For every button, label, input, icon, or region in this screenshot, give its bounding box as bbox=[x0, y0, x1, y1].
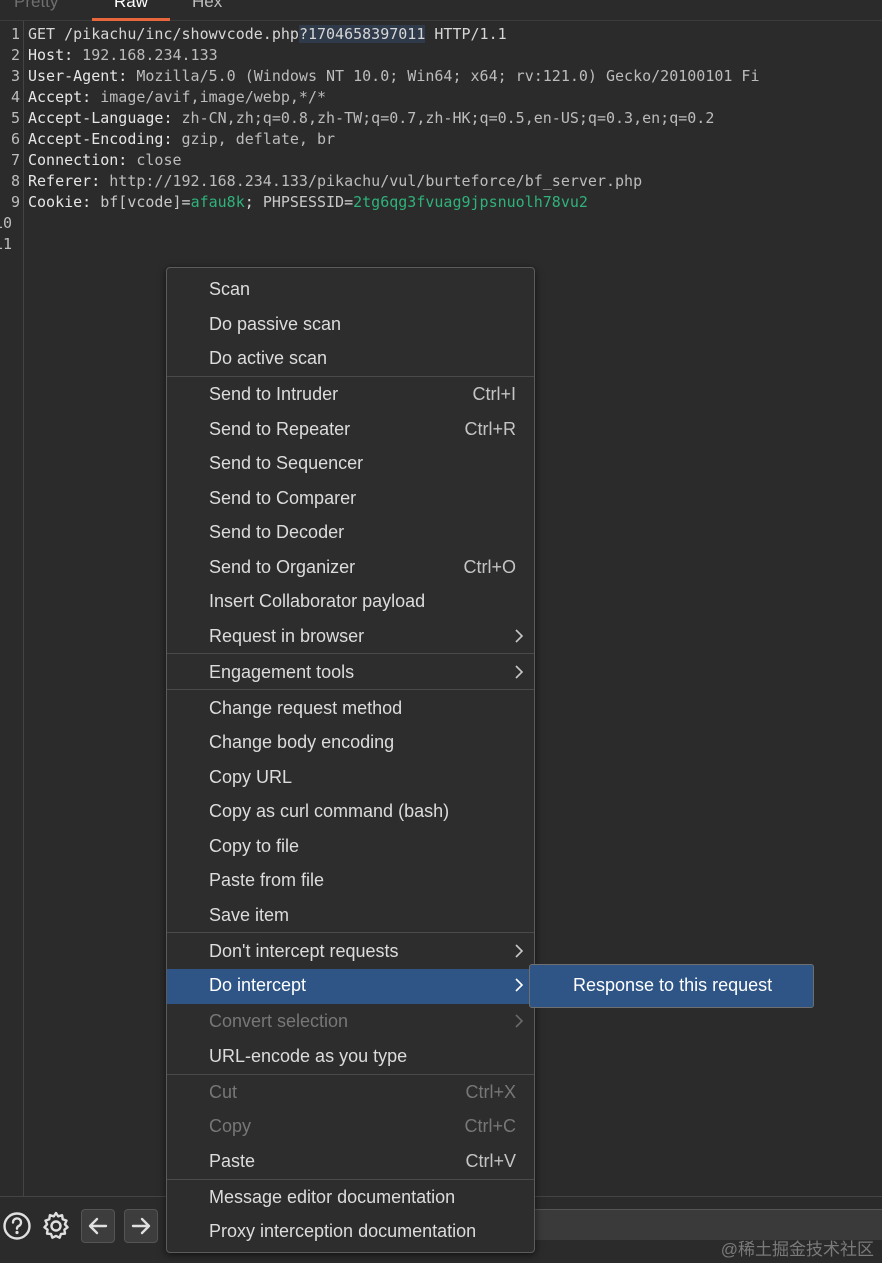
line-number: 2 bbox=[10, 46, 20, 64]
menu-item-send-to-repeater[interactable]: Send to Repeater Ctrl+R bbox=[167, 413, 534, 447]
query-string: ?1704658397011 bbox=[298, 25, 426, 43]
header-accept-language: Accept-Language: zh-CN,zh;q=0.8,zh-TW;q=… bbox=[28, 109, 715, 127]
header-user-agent: User-Agent: Mozilla/5.0 (Windows NT 10.0… bbox=[28, 67, 760, 85]
menu-divider bbox=[167, 689, 534, 690]
header-accept-encoding: Accept-Encoding: gzip, deflate, br bbox=[28, 130, 336, 148]
menu-item-copy-to-file[interactable]: Copy to file bbox=[167, 830, 534, 864]
menu-item-engagement-tools[interactable]: Engagement tools bbox=[167, 656, 534, 690]
header-cookie: Cookie: bf[vcode]=afau8k; PHPSESSID=2tg6… bbox=[28, 193, 588, 211]
request-line: GET /pikachu/inc/showvcode.php?170465839… bbox=[28, 24, 507, 45]
chevron-right-icon bbox=[514, 626, 524, 646]
menu-item-request-in-browser[interactable]: Request in browser bbox=[167, 620, 534, 654]
menu-item-paste-from-file[interactable]: Paste from file bbox=[167, 864, 534, 898]
menu-item-cut[interactable]: Cut Ctrl+X bbox=[167, 1076, 534, 1110]
menu-divider bbox=[167, 653, 534, 654]
menu-item-proxy-interception-documentation[interactable]: Proxy interception documentation bbox=[167, 1215, 534, 1249]
header-connection: Connection: close bbox=[28, 151, 182, 169]
line-number: 6 bbox=[10, 130, 20, 148]
menu-item-send-to-organizer[interactable]: Send to Organizer Ctrl+O bbox=[167, 551, 534, 585]
header-accept: Accept: image/avif,image/webp,*/* bbox=[28, 88, 327, 106]
line-number: 5 bbox=[10, 109, 20, 127]
line-number: 7 bbox=[10, 151, 20, 169]
menu-divider bbox=[167, 932, 534, 933]
settings-icon[interactable] bbox=[39, 1209, 73, 1243]
line-number: 11 bbox=[0, 235, 12, 253]
menu-divider bbox=[167, 1179, 534, 1180]
line-number-gutter: 1 2 3 4 5 6 7 8 9 10 11 bbox=[0, 21, 24, 1196]
http-version: HTTP/1.1 bbox=[425, 25, 507, 43]
menu-item-scan[interactable]: Scan bbox=[167, 273, 534, 307]
menu-item-convert-selection[interactable]: Convert selection bbox=[167, 1005, 534, 1039]
header-host: Host: 192.168.234.133 bbox=[28, 46, 218, 64]
menu-item-change-body-encoding[interactable]: Change body encoding bbox=[167, 726, 534, 760]
back-arrow-icon[interactable] bbox=[81, 1209, 115, 1243]
menu-item-copy[interactable]: Copy Ctrl+C bbox=[167, 1110, 534, 1144]
line-number: 8 bbox=[10, 172, 20, 190]
menu-item-send-to-sequencer[interactable]: Send to Sequencer bbox=[167, 447, 534, 481]
line-number: 3 bbox=[10, 67, 20, 85]
menu-divider bbox=[167, 376, 534, 377]
menu-divider bbox=[167, 1074, 534, 1075]
menu-item-response-to-this-request[interactable]: Response to this request bbox=[530, 965, 813, 1007]
context-menu: Scan Do passive scan Do active scan Send… bbox=[166, 267, 535, 1253]
do-intercept-submenu: Response to this request bbox=[529, 964, 814, 1008]
menu-item-send-to-decoder[interactable]: Send to Decoder bbox=[167, 516, 534, 550]
chevron-right-icon bbox=[514, 1011, 524, 1031]
line-number: 1 bbox=[10, 25, 20, 43]
chevron-right-icon bbox=[514, 662, 524, 682]
line-number: 10 bbox=[0, 214, 12, 232]
menu-item-active-scan[interactable]: Do active scan bbox=[167, 342, 534, 376]
menu-item-paste[interactable]: Paste Ctrl+V bbox=[167, 1145, 534, 1179]
editor-tabs: Pretty Raw Hex bbox=[0, 0, 882, 21]
tab-raw[interactable]: Raw bbox=[92, 0, 170, 21]
menu-item-change-request-method[interactable]: Change request method bbox=[167, 692, 534, 726]
menu-item-message-editor-documentation[interactable]: Message editor documentation bbox=[167, 1181, 534, 1215]
header-referer: Referer: http://192.168.234.133/pikachu/… bbox=[28, 172, 643, 190]
menu-item-dont-intercept-requests[interactable]: Don't intercept requests bbox=[167, 935, 534, 969]
watermark: @稀土掘金技术社区 bbox=[720, 1240, 874, 1259]
chevron-right-icon bbox=[514, 975, 524, 995]
chevron-right-icon bbox=[514, 941, 524, 961]
menu-item-send-to-intruder[interactable]: Send to Intruder Ctrl+I bbox=[167, 378, 534, 412]
menu-item-copy-url[interactable]: Copy URL bbox=[167, 761, 534, 795]
menu-item-do-intercept[interactable]: Do intercept bbox=[167, 969, 534, 1004]
forward-arrow-icon[interactable] bbox=[124, 1209, 158, 1243]
request-path: GET /pikachu/inc/showvcode.php bbox=[28, 25, 299, 43]
tab-hex[interactable]: Hex bbox=[192, 0, 222, 18]
menu-item-passive-scan[interactable]: Do passive scan bbox=[167, 308, 534, 342]
help-icon[interactable] bbox=[0, 1209, 34, 1243]
tab-pretty[interactable]: Pretty bbox=[14, 0, 58, 18]
menu-item-copy-as-curl[interactable]: Copy as curl command (bash) bbox=[167, 795, 534, 829]
menu-item-send-to-comparer[interactable]: Send to Comparer bbox=[167, 482, 534, 516]
line-number: 4 bbox=[10, 88, 20, 106]
menu-item-insert-collaborator-payload[interactable]: Insert Collaborator payload bbox=[167, 585, 534, 619]
menu-item-url-encode-as-you-type[interactable]: URL-encode as you type bbox=[167, 1040, 534, 1074]
line-number: 9 bbox=[10, 193, 20, 211]
menu-item-save-item[interactable]: Save item bbox=[167, 899, 534, 933]
